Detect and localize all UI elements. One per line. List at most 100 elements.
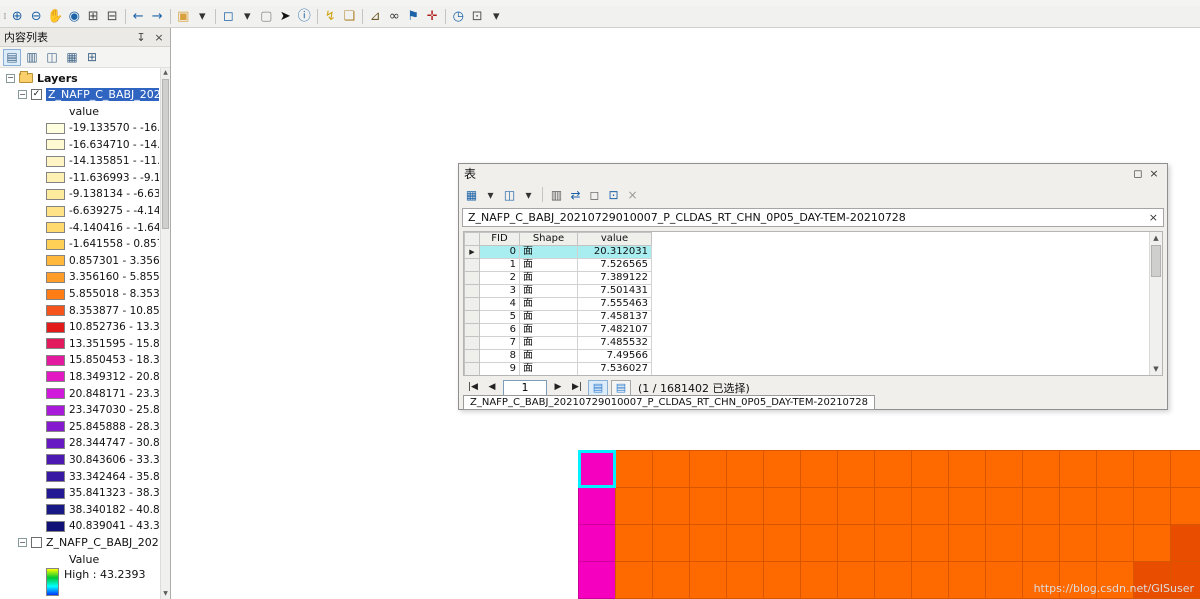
column-header-selector[interactable] [464,232,480,246]
legend-item[interactable]: 0.857301 - 3.3561 [0,253,159,270]
grid-cell[interactable] [985,450,1023,488]
grid-cell[interactable] [1022,524,1060,562]
clear-selected-features-icon[interactable]: ▢ [257,8,276,26]
column-header-shape[interactable]: Shape [519,232,578,246]
first-record-button[interactable]: |◀ [465,380,481,395]
tree-item-layer1[interactable]: − ✓ Z_NAFP_C_BABJ_202 [0,87,159,104]
legend-item[interactable]: 38.340182 - 40.83 [0,501,159,518]
grid-cell[interactable] [800,524,838,562]
toolbar-grip[interactable]: ⁞⁞ [3,12,6,22]
legend-item[interactable]: 3.356160 - 5.8550 [0,269,159,286]
zoom-to-selected-icon[interactable]: ⊡ [605,186,622,204]
legend-item[interactable]: 40.839041 - 43.33 [0,518,159,535]
row-selector[interactable] [464,362,480,375]
table-row[interactable]: 9 面 7.536027 [464,362,652,375]
legend-item[interactable]: 35.841323 - 38.34 [0,485,159,502]
grid-cell[interactable] [1022,487,1060,525]
grid-cell[interactable] [1059,487,1097,525]
row-selector[interactable]: ▶ [464,245,480,259]
row-selector[interactable] [464,284,480,298]
grid-cell[interactable] [800,487,838,525]
grid-cell[interactable] [1096,487,1134,525]
table-tab[interactable]: Z_NAFP_C_BABJ_20210729010007_P_CLDAS_RT_… [462,208,1164,227]
toc-options-icon[interactable]: ⊞ [83,49,101,66]
grid-cell[interactable] [689,450,727,488]
grid-cell[interactable] [911,487,949,525]
grid-cell[interactable] [985,524,1023,562]
select-by-attributes-icon[interactable]: ▥ [548,186,565,204]
grid-cell[interactable] [578,487,616,525]
row-selector[interactable] [464,336,480,350]
table-scrollbar[interactable]: ▲ ▼ [1149,232,1162,375]
grid-cell[interactable] [874,524,912,562]
legend-item[interactable]: -4.140416 - -1.641 [0,219,159,236]
viewer-window-icon[interactable]: ⊡ [468,8,487,26]
measure-icon[interactable]: ⊿ [366,8,385,26]
selected-grid-cell[interactable] [578,450,616,488]
grid-cell[interactable] [800,561,838,599]
legend-item[interactable]: 13.351595 - 15.85 [0,336,159,353]
zoom-to-layer-dropdown-icon[interactable]: ▾ [193,8,212,26]
legend-item[interactable]: 23.347030 - 25.84 [0,402,159,419]
root-label[interactable]: Layers [37,72,78,85]
layer2-checkbox[interactable] [31,537,42,549]
legend-item[interactable]: -19.133570 - -16.6 [0,120,159,137]
tree-item-layers[interactable]: − Layers [0,70,159,87]
grid-cell[interactable] [948,487,986,525]
grid-cell[interactable] [911,561,949,599]
legend-item[interactable]: -11.636993 - -9.13 [0,170,159,187]
grid-cell[interactable] [837,487,875,525]
tab-close-icon[interactable]: × [1149,211,1158,224]
legend-item[interactable]: 15.850453 - 18.34 [0,352,159,369]
grid-cell[interactable] [948,561,986,599]
row-selector[interactable] [464,349,480,363]
grid-cell[interactable] [1133,524,1171,562]
grid-cell[interactable] [911,450,949,488]
legend-item[interactable]: 10.852736 - 13.35 [0,319,159,336]
legend-item[interactable]: 18.349312 - 20.84 [0,369,159,386]
table-row[interactable]: 4 面 7.555463 [464,297,652,311]
grid-cell[interactable] [578,524,616,562]
pin-icon[interactable]: ↧ [134,31,148,44]
close-icon[interactable]: × [1146,167,1162,180]
row-selector[interactable] [464,323,480,337]
layer1-name[interactable]: Z_NAFP_C_BABJ_202 [46,88,159,102]
grid-cell[interactable] [800,450,838,488]
grid-cell[interactable] [763,524,801,562]
row-selector[interactable] [464,310,480,324]
scroll-down-icon[interactable]: ▼ [1150,363,1162,375]
collapse-icon[interactable]: − [18,538,27,548]
legend-item[interactable]: 28.344747 - 30.84 [0,435,159,452]
zoom-out-icon[interactable]: ⊖ [27,8,46,26]
next-record-button[interactable]: ▶ [550,380,566,395]
legend-item[interactable]: 30.843606 - 33.34 [0,452,159,469]
back-extent-icon[interactable]: ← [129,8,148,26]
grid-cell[interactable] [763,487,801,525]
layer2-name[interactable]: Z_NAFP_C_BABJ_202 [46,536,159,549]
grid-cell[interactable] [652,561,690,599]
grid-cell[interactable] [985,561,1023,599]
grid-cell[interactable] [1096,524,1134,562]
zoom-in-icon[interactable]: ⊕ [8,8,27,26]
delete-selected-icon[interactable]: × [624,186,641,204]
table-row[interactable]: 3 面 7.501431 [464,284,652,298]
grid-cell[interactable] [874,561,912,599]
list-by-drawing-order-icon[interactable]: ▤ [3,48,21,66]
grid-cell[interactable] [948,450,986,488]
collapse-icon[interactable]: − [18,90,27,100]
grid-cell[interactable] [615,487,653,525]
table-row[interactable]: 8 面 7.49566 [464,349,652,363]
clear-selection-icon[interactable]: ◻ [586,186,603,204]
grid-cell[interactable] [726,524,764,562]
grid-cell[interactable] [911,524,949,562]
row-selector[interactable] [464,258,480,272]
grid-cell[interactable] [615,450,653,488]
table-row[interactable]: 7 面 7.485532 [464,336,652,350]
grid-cell[interactable] [689,561,727,599]
switch-selection-icon[interactable]: ⇄ [567,186,584,204]
grid-cell[interactable] [874,487,912,525]
table-row[interactable]: ▶ 0 面 20.312031 [464,245,652,259]
table-row[interactable]: 6 面 7.482107 [464,323,652,337]
grid-cell[interactable] [1170,450,1200,488]
show-selected-records-button[interactable]: ▤ [611,379,631,396]
